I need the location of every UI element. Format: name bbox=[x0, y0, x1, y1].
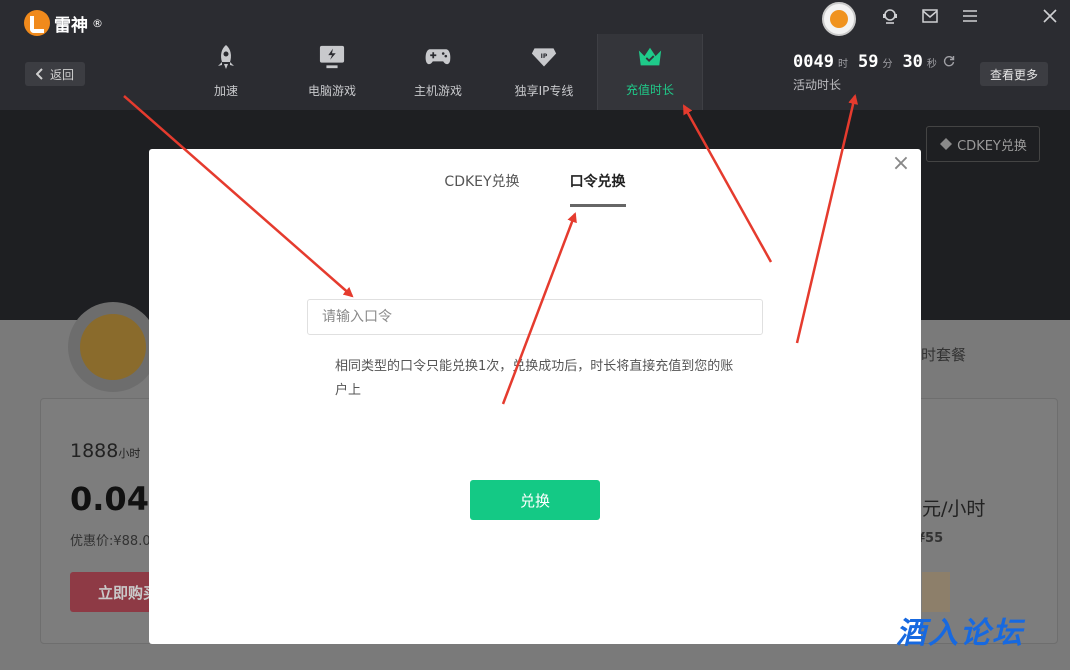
nav-item-accelerate[interactable]: 加速 bbox=[173, 34, 279, 110]
logo-mark-icon bbox=[24, 10, 50, 36]
back-button[interactable]: 返回 bbox=[25, 62, 85, 86]
logo-text: 雷神 bbox=[54, 15, 88, 36]
package-hours: 1888小时 bbox=[70, 440, 141, 462]
timer-hours: 0049 bbox=[793, 52, 834, 72]
top-bar: 雷神 ® 返回 加速 电脑游戏 主机游戏 IP 独享IP专线 充值时长 0049… bbox=[0, 0, 1070, 110]
tab-passcode[interactable]: 口令兑换 bbox=[569, 171, 626, 207]
redeem-dialog: × CDKEY兑换 口令兑换 相同类型的口令只能兑换1次，兑换成功后，时长将直接… bbox=[149, 149, 921, 644]
gamepad-icon bbox=[425, 44, 451, 70]
ticket-icon bbox=[940, 138, 953, 150]
timer-minutes: 59 bbox=[857, 52, 879, 72]
support-icon[interactable] bbox=[880, 6, 900, 26]
discount-price: 优惠价:¥88.0 bbox=[70, 534, 151, 549]
nav-label-console-games: 主机游戏 bbox=[413, 84, 462, 98]
back-label: 返回 bbox=[49, 67, 74, 82]
nav-label-pc-games: 电脑游戏 bbox=[307, 84, 356, 98]
monitor-icon bbox=[319, 44, 345, 70]
timer-label: 活动时长 bbox=[793, 78, 842, 92]
mail-icon[interactable] bbox=[920, 6, 940, 26]
menu-icon[interactable] bbox=[960, 6, 980, 26]
timer-seconds: 30 bbox=[902, 52, 923, 72]
registered-mark: ® bbox=[92, 16, 103, 30]
tab-cdkey[interactable]: CDKEY兑换 bbox=[444, 171, 519, 207]
window-close-icon[interactable] bbox=[1040, 6, 1060, 26]
cdkey-redeem-button[interactable]: CDKEY兑换 bbox=[926, 126, 1040, 162]
nav-label-recharge: 充值时长 bbox=[625, 83, 674, 97]
nav-item-dedicated-ip[interactable]: IP 独享IP专线 bbox=[491, 34, 597, 110]
svg-text:IP: IP bbox=[541, 53, 548, 60]
forum-watermark: 酒入论坛 bbox=[896, 616, 1024, 651]
timer-hours-unit: 时 bbox=[837, 59, 848, 70]
rocket-icon bbox=[213, 44, 239, 70]
right-package-price: 元/小时 bbox=[922, 498, 986, 520]
right-buy-button[interactable] bbox=[922, 572, 950, 612]
chevron-left-icon bbox=[35, 68, 43, 80]
nav-item-pc-games[interactable]: 电脑游戏 bbox=[279, 34, 385, 110]
user-avatar[interactable] bbox=[822, 2, 856, 36]
redeem-tabs: CDKEY兑换 口令兑换 bbox=[149, 171, 921, 207]
crown-icon bbox=[637, 44, 663, 69]
mascot-image bbox=[68, 302, 158, 392]
nav-item-console-games[interactable]: 主机游戏 bbox=[385, 34, 491, 110]
cdkey-redeem-label: CDKEY兑换 bbox=[957, 138, 1027, 154]
timer-seconds-unit: 秒 bbox=[926, 59, 937, 70]
nav-item-recharge[interactable]: 充值时长 bbox=[597, 34, 703, 110]
nav-label-accelerate: 加速 bbox=[213, 84, 238, 98]
main-nav: 加速 电脑游戏 主机游戏 IP 独享IP专线 充值时长 bbox=[173, 34, 703, 110]
redeem-submit-button[interactable]: 兑换 bbox=[470, 480, 600, 520]
nav-label-dedicated-ip: 独享IP专线 bbox=[514, 84, 574, 98]
activity-timer: 0049 时 59 分 30 秒 活动时长 bbox=[793, 52, 955, 93]
app-logo: 雷神 ® bbox=[24, 10, 103, 36]
redeem-tip: 相同类型的口令只能兑换1次，兑换成功后，时长将直接充值到您的账户上 bbox=[335, 359, 734, 398]
view-more-button[interactable]: 查看更多 bbox=[980, 62, 1048, 86]
timer-minutes-unit: 分 bbox=[882, 59, 893, 70]
passcode-input[interactable] bbox=[307, 299, 763, 335]
right-package-heading: 时套餐 bbox=[921, 346, 967, 364]
vip-ip-icon: IP bbox=[531, 44, 557, 70]
refresh-icon[interactable] bbox=[943, 55, 955, 67]
